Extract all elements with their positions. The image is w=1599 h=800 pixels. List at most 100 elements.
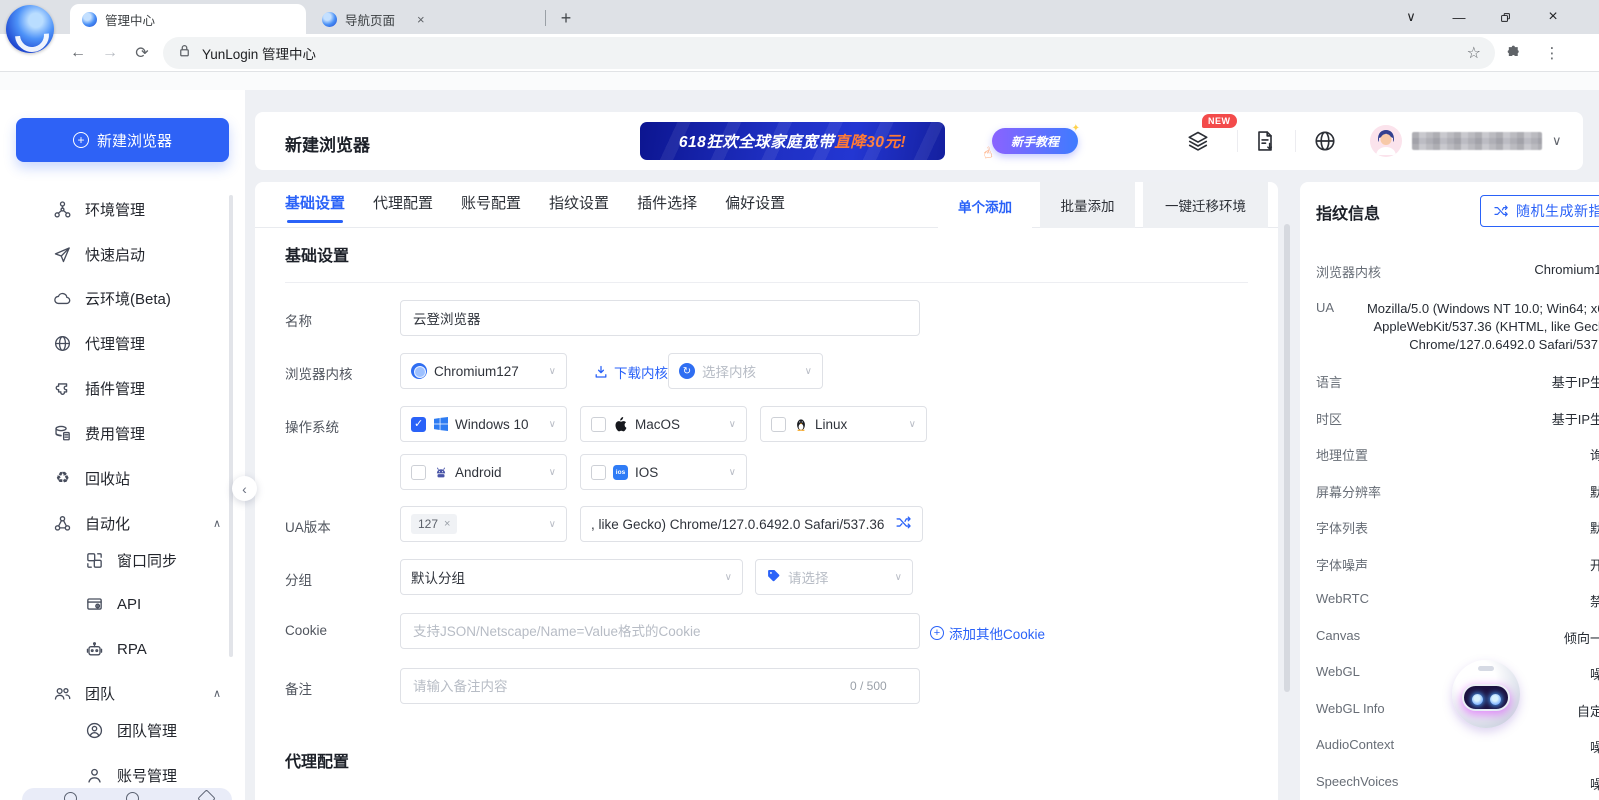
group-select[interactable]: 默认分组 ∨ [400, 559, 743, 595]
recycle-icon: ♻ [53, 469, 72, 488]
checkbox-icon[interactable] [411, 465, 426, 480]
sidebar-item-label: 云环境(Beta) [85, 288, 171, 309]
extensions-puzzle-icon[interactable] [1501, 41, 1525, 65]
sidebar-collapse-button[interactable]: ‹ [232, 476, 257, 501]
tab-favicon-icon [82, 12, 97, 27]
ua-version-select[interactable]: 127 × ∨ [400, 506, 567, 542]
chevron-down-icon: ∨ [549, 366, 556, 377]
name-input[interactable] [400, 300, 920, 336]
address-bar[interactable]: YunLogin 管理中心 ☆ [163, 37, 1495, 69]
sidebar-item-api[interactable]: API [0, 591, 235, 617]
checkbox-checked-icon[interactable] [411, 417, 426, 432]
sidebar-item-automation[interactable]: 自动化 ∧ [0, 510, 235, 536]
fp-row-webrtc: WebRTC 禁用 [1316, 591, 1599, 610]
sidebar-item-billing[interactable]: 费用管理 [0, 420, 235, 446]
os-option-android[interactable]: Android ∨ [400, 454, 567, 490]
mode-migrate-env[interactable]: 一键迁移环境 [1143, 182, 1268, 228]
chevron-up-icon[interactable] [197, 789, 215, 800]
sidebar-item-plugins[interactable]: 插件管理 [0, 375, 235, 401]
window-chevron-icon[interactable]: ∨ [1388, 0, 1434, 34]
sidebar-item-quick-launch[interactable]: 快速启动 [0, 241, 235, 267]
avatar[interactable] [1370, 125, 1402, 157]
chevron-down-icon: ∨ [909, 419, 916, 430]
tab-preferences[interactable]: 偏好设置 [725, 182, 785, 228]
sidebar-item-cloud-env[interactable]: 云环境(Beta) [0, 285, 235, 311]
os-option-ios[interactable]: ios IOS ∨ [580, 454, 747, 490]
back-icon[interactable]: ← [66, 41, 90, 65]
tab-fingerprint-settings[interactable]: 指纹设置 [549, 182, 609, 228]
headset-icon[interactable] [126, 792, 139, 800]
kernel-select[interactable]: Chromium127 ∨ [400, 353, 567, 389]
select-kernel-dropdown[interactable]: ↻ 选择内核 ∨ [668, 353, 823, 389]
sidebar-item-team[interactable]: 团队 ∧ [0, 680, 235, 706]
sidebar-scrollbar[interactable] [229, 195, 233, 657]
environment-nodes-icon [53, 200, 72, 219]
download-icon [593, 364, 609, 380]
reload-icon[interactable]: ⟳ [130, 41, 154, 65]
remark-input[interactable] [400, 668, 920, 704]
chevron-down-icon: ∨ [549, 419, 556, 430]
layers-icon[interactable] [1185, 128, 1211, 154]
sidebar-item-rpa[interactable]: RPA [0, 636, 235, 662]
close-tab-icon[interactable]: × [417, 12, 425, 27]
os-option-macos[interactable]: MacOS ∨ [580, 406, 747, 442]
browser-menu-icon[interactable]: ⋮ [1540, 41, 1564, 65]
cookie-label: Cookie [285, 623, 327, 638]
browser-tab-inactive[interactable]: 导航页面 × [310, 4, 536, 34]
person-icon[interactable] [64, 792, 77, 800]
add-cookie-link[interactable]: + 添加其他Cookie [930, 623, 1045, 643]
caret-up-icon[interactable]: ∧ [213, 517, 221, 530]
download-kernel-link[interactable]: 下载内核 [593, 362, 668, 382]
tab-plugin-select[interactable]: 插件选择 [637, 182, 697, 228]
tab-proxy-config[interactable]: 代理配置 [373, 182, 433, 228]
automation-icon [53, 514, 72, 533]
new-tab-button[interactable]: + [553, 6, 579, 32]
cookie-input[interactable] [400, 613, 920, 649]
forward-icon[interactable]: → [98, 41, 122, 65]
app-logo [6, 5, 54, 53]
tab-basic-settings[interactable]: 基础设置 [285, 182, 345, 228]
tutorial-badge[interactable]: 新手教程 ✦ [992, 128, 1078, 154]
promo-banner[interactable]: 618狂欢全球家庭宽带 直降30元! [640, 122, 945, 160]
os-option-linux[interactable]: Linux ∨ [760, 406, 927, 442]
caret-up-icon[interactable]: ∧ [213, 687, 221, 700]
window-close-icon[interactable]: × [1530, 0, 1576, 34]
shuffle-ua-icon[interactable] [895, 514, 912, 534]
document-transfer-icon[interactable] [1252, 128, 1278, 154]
sidebar-bottom-bar[interactable] [22, 788, 232, 800]
sidebar-item-recycle[interactable]: ♻ 回收站 [0, 465, 235, 491]
content-scrollbar[interactable] [1284, 224, 1290, 692]
ua-version-tag[interactable]: 127 × [411, 514, 457, 534]
checkbox-icon[interactable] [771, 417, 786, 432]
remove-tag-icon[interactable]: × [444, 518, 450, 530]
window-minimize-icon[interactable]: — [1436, 0, 1482, 34]
browser-tab-active[interactable]: 管理中心 [70, 4, 306, 34]
mode-single-add[interactable]: 单个添加 [938, 182, 1032, 229]
page-title: 新建浏览器 [285, 131, 370, 156]
chevron-down-icon[interactable]: ∨ [1552, 133, 1562, 149]
tab-account-config[interactable]: 账号配置 [461, 182, 521, 228]
robot-mascot[interactable] [1452, 660, 1520, 728]
window-restore-icon[interactable] [1482, 0, 1528, 34]
sidebar-item-account-manage[interactable]: 账号管理 [0, 762, 235, 788]
ua-string-field[interactable]: , like Gecko) Chrome/127.0.6492.0 Safari… [580, 506, 923, 542]
sidebar-item-label: 团队管理 [117, 720, 177, 741]
regenerate-fingerprint-button[interactable]: 随机生成新指纹 [1480, 195, 1599, 227]
workspace-top-strip [0, 72, 1599, 90]
checkbox-icon[interactable] [591, 417, 606, 432]
regenerate-fingerprint-label: 随机生成新指纹 [1516, 201, 1599, 221]
fp-row-speechvoices: SpeechVoices 噪声 [1316, 774, 1599, 793]
fp-row-font-noise: 字体噪声 开启 [1316, 555, 1599, 574]
mode-batch-add[interactable]: 批量添加 [1040, 182, 1135, 228]
sidebar-item-proxy[interactable]: 代理管理 [0, 330, 235, 356]
bookmark-star-icon[interactable]: ☆ [1467, 43, 1481, 63]
sidebar-item-window-sync[interactable]: 窗口同步 [0, 547, 235, 573]
tag-select[interactable]: 请选择 ∨ [755, 559, 913, 595]
shuffle-icon [1493, 203, 1509, 219]
os-option-windows[interactable]: Windows 10 ∨ [400, 406, 567, 442]
sidebar-item-environment[interactable]: 环境管理 [0, 196, 235, 222]
checkbox-icon[interactable] [591, 465, 606, 480]
sidebar-item-team-manage[interactable]: 团队管理 [0, 717, 235, 743]
new-browser-button[interactable]: + 新建浏览器 [16, 118, 229, 162]
language-globe-icon[interactable] [1312, 128, 1338, 154]
